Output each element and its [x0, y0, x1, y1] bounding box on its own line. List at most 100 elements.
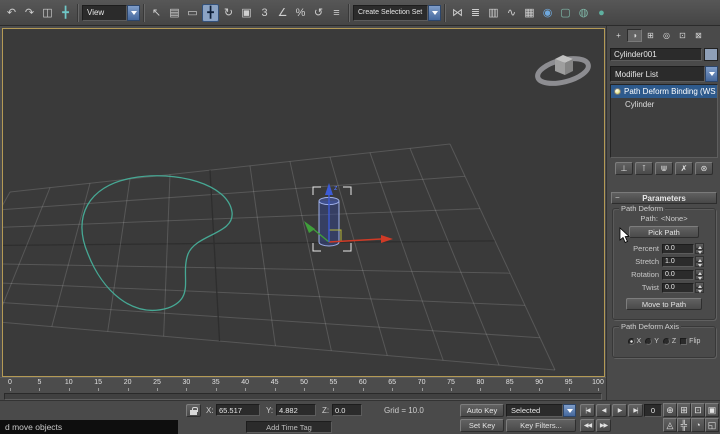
select-and-move-button[interactable]: ╋	[202, 3, 219, 22]
align-button[interactable]: ≣	[467, 4, 484, 22]
pin-stack-button[interactable]: ⊥	[615, 162, 633, 175]
redo-button[interactable]: ↷	[21, 4, 38, 22]
maximize-viewport-button[interactable]: ◱	[705, 418, 719, 432]
toolbar-separator	[77, 3, 79, 22]
parameters-rollout-header[interactable]: − Parameters	[611, 192, 717, 204]
current-frame-field[interactable]: 0	[644, 404, 662, 417]
pan-button[interactable]: ╬	[677, 418, 691, 432]
tab-motion[interactable]: ◎	[659, 29, 674, 42]
next-key-button[interactable]: ▶▶	[596, 419, 611, 432]
selected-dropdown[interactable]: Selected	[506, 404, 576, 417]
spinner-snap-toggle-button[interactable]: ↺	[310, 4, 327, 22]
go-to-end-button[interactable]: ▶|	[628, 404, 643, 417]
undo-button[interactable]: ↶	[3, 4, 20, 22]
set-key-button[interactable]: Set Key	[460, 419, 504, 432]
percent-spin-down[interactable]	[695, 248, 704, 254]
chevron-down-icon[interactable]	[705, 66, 718, 82]
show-end-result-button[interactable]: ⊺	[635, 162, 653, 175]
axis-z-radio[interactable]: Z	[662, 338, 676, 345]
frame-tick-60: 60	[358, 379, 367, 386]
pick-path-button[interactable]: Pick Path	[629, 226, 699, 238]
modifier-list-dropdown[interactable]: Modifier List	[610, 66, 718, 82]
select-object-button[interactable]: ↖	[148, 4, 165, 22]
schematic-view-button[interactable]: ▦	[521, 4, 538, 22]
tick-mark	[509, 388, 511, 391]
tab-modify[interactable]: ◑	[627, 29, 642, 42]
tab-display[interactable]: ⊡	[675, 29, 690, 42]
field-of-view-button[interactable]: ◬	[663, 418, 677, 432]
chevron-down-icon[interactable]	[428, 4, 441, 21]
layer-manager-button[interactable]: ▥	[485, 4, 502, 22]
move-to-path-button[interactable]: Move to Path	[626, 298, 702, 310]
render-production-button[interactable]: ●	[593, 4, 610, 22]
render-setup-button[interactable]: ▢	[557, 4, 574, 22]
select-and-rotate-button[interactable]: ↻	[220, 4, 237, 22]
remove-modifier-button[interactable]: ✗	[675, 162, 693, 175]
material-editor-button[interactable]: ◉	[539, 4, 556, 22]
key-filters-button[interactable]: Key Filters...	[506, 419, 576, 432]
named-selection-set-dropdown[interactable]: Create Selection Set	[353, 4, 441, 21]
percent-snap-toggle-button[interactable]: %	[292, 4, 309, 22]
rotation-value-field[interactable]: 0.0	[662, 269, 694, 280]
stretch-value-field[interactable]: 1.0	[662, 256, 694, 267]
frame-tick-55: 55	[329, 379, 338, 386]
add-time-tag-field[interactable]: Add Time Tag	[246, 421, 332, 433]
rotation-spin-down[interactable]	[695, 274, 704, 280]
chevron-down-icon[interactable]	[563, 404, 576, 417]
tick-mark	[304, 388, 305, 391]
rotation-spinner-row: Rotation 0.0	[613, 268, 715, 281]
twist-value-field[interactable]: 0.0	[662, 282, 694, 293]
configure-modifier-sets-button[interactable]: ⊛	[695, 162, 713, 175]
snaps-toggle-button[interactable]: 3	[256, 4, 273, 22]
tab-hierarchy[interactable]: ⊞	[643, 29, 658, 42]
zoom-extents-button[interactable]: ⊡	[691, 403, 705, 417]
perspective-viewport[interactable]: z	[2, 28, 605, 377]
transform-gizmo[interactable]: z	[304, 183, 393, 243]
object-color-swatch[interactable]	[704, 48, 718, 61]
time-slider[interactable]: 0 5 10 15 20 25 30 35 40 45 50 55 60 65 70 75 80 85 90 95 10…	[0, 377, 606, 400]
modifier-stack-item[interactable]: Cylinder	[611, 98, 717, 111]
flip-checkbox[interactable]: Flip	[680, 338, 700, 345]
zoom-button[interactable]: ⊕	[663, 403, 677, 417]
previous-key-button[interactable]: ◀◀	[580, 419, 595, 432]
tab-create[interactable]: +	[611, 29, 626, 42]
twist-spin-down[interactable]	[695, 287, 704, 293]
modifier-stack-toolbar: ⊥ ⊺ ⋓ ✗ ⊛	[610, 162, 718, 176]
x-coordinate-field[interactable]: 65.517	[216, 404, 260, 416]
selection-lock-toggle[interactable]	[186, 404, 201, 417]
mirror-button[interactable]: ⋈	[449, 4, 466, 22]
make-unique-button[interactable]: ⋓	[655, 162, 673, 175]
track-bar[interactable]	[4, 393, 602, 400]
y-coordinate-field[interactable]: 4.882	[276, 404, 316, 416]
select-and-link-button[interactable]: ◫	[39, 4, 56, 22]
orbit-button[interactable]: ◔	[691, 418, 705, 432]
reference-coordinate-dropdown[interactable]: View	[82, 4, 140, 21]
axis-y-radio[interactable]: Y	[645, 338, 659, 345]
auto-key-toggle[interactable]: Auto Key	[460, 404, 504, 417]
stretch-spin-down[interactable]	[695, 261, 704, 267]
zoom-all-button[interactable]: ⊞	[677, 403, 691, 417]
axis-x-radio[interactable]: X	[627, 338, 641, 345]
stretch-spinner-row: Stretch 1.0	[613, 255, 715, 268]
previous-frame-button[interactable]: ◀	[596, 404, 611, 417]
select-and-uniform-scale-button[interactable]: ▣	[238, 4, 255, 22]
play-button[interactable]: ▶	[612, 404, 627, 417]
zoom-extents-all-button[interactable]: ▣	[705, 403, 719, 417]
go-to-start-button[interactable]: |◀	[580, 404, 595, 417]
chevron-down-icon[interactable]	[127, 4, 140, 21]
bind-to-space-warp-button[interactable]: ╋	[57, 4, 74, 22]
object-name-field[interactable]: Cylinder001	[610, 48, 702, 61]
tab-utilities[interactable]: ⊠	[691, 29, 706, 42]
select-by-name-button[interactable]: ▤	[166, 4, 183, 22]
angle-snap-toggle-button[interactable]: ∠	[274, 4, 291, 22]
modifier-stack-item[interactable]: Path Deform Binding (WS	[611, 85, 717, 98]
curve-editor-button[interactable]: ∿	[503, 4, 520, 22]
frame-ruler[interactable]: 0 5 10 15 20 25 30 35 40 45 50 55 60 65 70 75 80 85 90 95 10…	[0, 378, 606, 392]
percent-value-field[interactable]: 0.0	[662, 243, 694, 254]
rendered-frame-window-button[interactable]: ◍	[575, 4, 592, 22]
edit-named-selection-sets-button[interactable]: ≡	[328, 4, 345, 22]
rectangular-selection-region-button[interactable]: ▭	[184, 4, 201, 22]
z-coordinate-field[interactable]: 0.0	[332, 404, 362, 416]
modifier-enable-bulb-icon[interactable]	[614, 88, 621, 95]
viewcube[interactable]	[535, 54, 591, 88]
